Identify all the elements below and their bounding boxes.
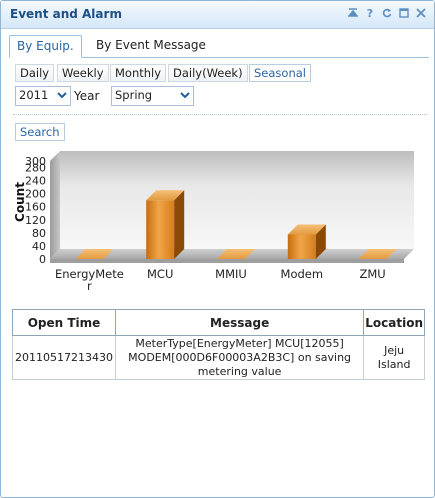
- divider: [13, 114, 427, 115]
- col-open-time[interactable]: Open Time: [12, 309, 116, 336]
- cell-message: MeterType[EnergyMeter] MCU[12055] MODEM[…: [114, 335, 365, 380]
- search-button[interactable]: Search: [15, 123, 65, 141]
- cell-open-time: 20110517213430: [12, 335, 116, 380]
- year-label: Year: [74, 89, 100, 103]
- monthly-button[interactable]: Monthly: [110, 64, 167, 82]
- col-message[interactable]: Message: [114, 309, 365, 336]
- x-tick-label: Modem: [281, 267, 324, 281]
- chart-floor-edge: [50, 259, 404, 263]
- maximize-icon[interactable]: [397, 6, 411, 22]
- x-tick-label: ZMU: [359, 267, 385, 281]
- cell-location: Jeju Island: [363, 335, 425, 380]
- help-icon[interactable]: ?: [363, 6, 377, 22]
- y-tick-label: 240: [25, 175, 46, 188]
- tab-bar: By Equip. By Event Message: [9, 35, 429, 58]
- tab-by-event-message[interactable]: By Event Message: [89, 35, 213, 56]
- year-select[interactable]: 2011: [15, 86, 71, 106]
- y-tick-label: 0: [39, 253, 46, 266]
- tab-by-equip[interactable]: By Equip.: [9, 35, 82, 58]
- chart-side-wall: [50, 151, 60, 259]
- daily-button[interactable]: Daily: [15, 64, 55, 82]
- chart-bar: [287, 224, 326, 259]
- event-alarm-panel: Event and Alarm ? By Equip. By Event Mes…: [0, 0, 435, 498]
- x-tick-label: MCU: [147, 267, 173, 281]
- chevron-down-icon: [57, 92, 67, 99]
- x-tick-label: r: [87, 279, 92, 293]
- window-tools: ?: [346, 6, 428, 22]
- year-select-value: 2011: [19, 88, 49, 102]
- y-tick-label: 40: [32, 240, 46, 253]
- panel-title: Event and Alarm: [10, 7, 122, 21]
- chart-back-wall: [60, 151, 414, 249]
- season-select[interactable]: Spring: [111, 86, 194, 106]
- y-tick-label: 160: [25, 201, 46, 214]
- bar-side: [174, 190, 185, 259]
- table-header-row: Open Time Message Location: [12, 309, 425, 336]
- y-tick-label: 120: [25, 214, 46, 227]
- y-axis-label: Count: [13, 182, 27, 222]
- close-icon[interactable]: [414, 6, 428, 22]
- refresh-icon[interactable]: [380, 6, 394, 22]
- table-row[interactable]: 20110517213430 MeterType[EnergyMeter] MC…: [12, 335, 425, 380]
- bar-front: [146, 200, 175, 259]
- y-tick-label: 200: [25, 188, 46, 201]
- y-tick-label: 300: [25, 155, 46, 168]
- season-select-value: Spring: [115, 88, 153, 102]
- daily-week-button[interactable]: Daily(Week): [168, 64, 248, 82]
- title-bar: Event and Alarm ?: [1, 1, 434, 29]
- col-location[interactable]: Location: [363, 309, 425, 336]
- weekly-button[interactable]: Weekly: [57, 64, 109, 82]
- count-chart: 04080120160200240280300CountEnergyMeterM…: [13, 151, 414, 293]
- chevron-down-icon: [180, 92, 190, 99]
- event-table: Open Time Message Location 2011051721343…: [12, 309, 425, 380]
- bar-front: [287, 234, 316, 259]
- x-tick-label: MMIU: [215, 267, 247, 281]
- seasonal-button[interactable]: Seasonal: [249, 64, 311, 82]
- y-tick-label: 80: [32, 227, 46, 240]
- collapse-icon[interactable]: [346, 6, 360, 22]
- chart-bar: [146, 190, 185, 259]
